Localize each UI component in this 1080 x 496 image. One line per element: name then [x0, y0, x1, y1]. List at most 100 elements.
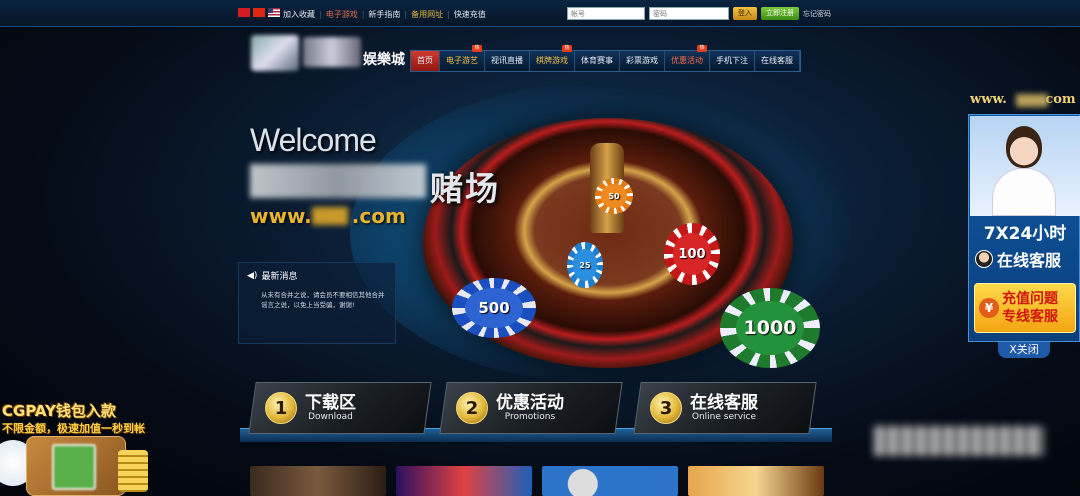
- nav-item-label: 棋牌游戏: [536, 56, 568, 65]
- backup-url-link[interactable]: 备用网址: [411, 9, 443, 20]
- ad-url-blurred: [1016, 94, 1048, 107]
- nav-item-label: 优惠活动: [671, 56, 703, 65]
- divider: |: [361, 10, 365, 19]
- online-service-button[interactable]: 3 在线客服 Online service: [633, 382, 817, 434]
- news-title: 最新消息: [261, 272, 298, 282]
- language-flags: [238, 8, 280, 17]
- china-flag-icon[interactable]: [253, 8, 265, 17]
- nav-item-label: 首页: [417, 56, 433, 65]
- agent-body: [992, 168, 1056, 216]
- feature-subtitle: Promotions: [504, 411, 556, 422]
- hot-badge-icon: 热: [562, 45, 572, 52]
- wallet-ad-subtitle: 不限金额，极速加值一秒到帐: [2, 422, 145, 435]
- quick-recharge-link[interactable]: 快速充值: [454, 9, 486, 20]
- hero-title-blurred: [250, 164, 426, 198]
- ad-hours: 7X24小时: [983, 224, 1067, 244]
- speaker-icon: ◀): [247, 270, 258, 281]
- slots-thumbnail[interactable]: [396, 466, 532, 496]
- ad-panel[interactable]: 7X24小时 在线客服 ¥ 充值问题 专线客服: [968, 114, 1080, 342]
- live-casino-thumbnail[interactable]: [250, 466, 386, 496]
- feature-bar: 1 下载区 Download 2 优惠活动 Promotions 3 在线客服 …: [240, 378, 832, 444]
- promotions-button[interactable]: 2 优惠活动 Promotions: [439, 382, 623, 434]
- blurred-text-watermark: [874, 426, 1044, 456]
- recharge-text: 充值问题 专线客服: [1002, 291, 1058, 325]
- register-button[interactable]: 立即注册: [761, 7, 799, 20]
- nav-item-label: 在线客服: [761, 56, 793, 65]
- hero-url-blurred: [312, 207, 348, 225]
- top-links: 加入收藏 | 电子游戏 | 新手指南 | 备用网址 | 快速充值: [283, 9, 486, 20]
- feature-text: 在线客服 Online service: [690, 392, 759, 423]
- number-badge: 2: [456, 392, 488, 424]
- news-panel: ◀) 最新消息 从未有合并之说，请会员不要相信其他合并谣言之说，以免上当受骗，谢…: [238, 262, 396, 344]
- nav-item-label: 电子游艺: [446, 56, 478, 65]
- lottery-thumbnail[interactable]: [542, 466, 678, 496]
- main-nav: 首页 电子游艺 热视讯直播 棋牌游戏 热体育赛事 彩票游戏 优惠活动 热手机下注 在线客服: [410, 45, 801, 72]
- customer-service-float: www. .com 7X24小时 在线客服 ¥ 充值问题 专线客服 X关闭: [968, 88, 1080, 358]
- divider: |: [447, 10, 450, 19]
- nav-item[interactable]: 棋牌游戏 热: [530, 45, 575, 71]
- forgot-password-link[interactable]: 忘记密码: [803, 9, 831, 19]
- agent-head: [1006, 126, 1042, 168]
- online-service-link[interactable]: 在线客服: [975, 247, 1061, 271]
- nav-item[interactable]: 体育赛事: [575, 51, 620, 71]
- number-badge: 1: [265, 392, 297, 424]
- agent-photo: [970, 116, 1080, 216]
- feature-title: 在线客服: [690, 392, 759, 413]
- feature-subtitle: Online service: [691, 411, 757, 422]
- feature-title: 优惠活动: [496, 392, 565, 413]
- hot-badge-icon: 热: [697, 45, 707, 52]
- agent-avatar-icon: [975, 250, 993, 268]
- nav-item[interactable]: 彩票游戏: [620, 51, 665, 71]
- password-input[interactable]: [649, 7, 729, 20]
- chip-25: 25: [567, 242, 603, 288]
- nav-item-label: 彩票游戏: [626, 56, 658, 65]
- sports-thumbnail[interactable]: [688, 466, 824, 496]
- recharge-hotline-button[interactable]: ¥ 充值问题 专线客服: [974, 283, 1076, 333]
- feature-text: 优惠活动 Promotions: [496, 392, 565, 423]
- login-form: 登入 立即注册 忘记密码: [567, 7, 831, 20]
- chip-1000: 1000: [720, 288, 820, 368]
- login-button[interactable]: 登入: [733, 7, 757, 20]
- wallet-ad-title: CGPAY钱包入款: [2, 402, 116, 420]
- wallet-qr-blurred: [52, 444, 96, 490]
- hot-badge-icon: 热: [472, 45, 482, 52]
- feature-title: 下载区: [305, 392, 357, 413]
- chip-500: 500: [452, 278, 536, 338]
- hero-welcome: Welcome: [250, 122, 377, 158]
- news-body[interactable]: 从未有合并之说，请会员不要相信其他合并谣言之说，以免上当受骗，谢谢!: [247, 290, 387, 310]
- yen-icon: ¥: [979, 298, 999, 318]
- coins-icon: [118, 450, 148, 492]
- nav-item[interactable]: 视讯直播: [485, 51, 530, 71]
- electronic-games-link[interactable]: 电子游戏: [326, 9, 358, 20]
- nav-item[interactable]: 电子游艺 热: [440, 45, 485, 71]
- logo-name-blurred: [303, 37, 361, 67]
- news-header: ◀) 最新消息: [247, 269, 387, 283]
- nav-item[interactable]: 在线客服: [755, 51, 800, 71]
- nav-item[interactable]: 首页: [411, 51, 440, 71]
- top-bar: 加入收藏 | 电子游戏 | 新手指南 | 备用网址 | 快速充值 登入 立即注册…: [0, 0, 1080, 27]
- hong-kong-flag-icon[interactable]: [238, 8, 250, 17]
- logo-text: 娱樂城: [363, 52, 405, 68]
- hero-title: 赌场: [430, 169, 500, 208]
- cgpay-wallet-ad[interactable]: CGPAY钱包入款 不限金额，极速加值一秒到帐: [0, 396, 150, 496]
- number-badge: 3: [650, 392, 682, 424]
- feature-text: 下载区 Download: [305, 392, 357, 423]
- site-logo[interactable]: 娱樂城: [245, 33, 410, 75]
- beginner-guide-link[interactable]: 新手指南: [368, 9, 400, 20]
- nav-item-label: 手机下注: [716, 56, 748, 65]
- add-favorite-link[interactable]: 加入收藏: [283, 9, 315, 20]
- divider: |: [319, 10, 322, 19]
- us-flag-icon[interactable]: [268, 8, 280, 17]
- download-button[interactable]: 1 下载区 Download: [248, 382, 432, 434]
- chip-100: 100: [664, 223, 720, 285]
- username-input[interactable]: [567, 7, 645, 20]
- nav-item[interactable]: 优惠活动 热: [665, 45, 710, 71]
- game-thumbnails: [250, 466, 824, 496]
- nav-item[interactable]: 手机下注: [710, 51, 755, 71]
- logo-mark-blurred: [251, 35, 299, 71]
- nav-item-label: 视讯直播: [491, 56, 523, 65]
- divider: |: [404, 10, 408, 19]
- chip-50: 50: [595, 178, 633, 214]
- close-ad-button[interactable]: X关闭: [998, 342, 1050, 358]
- nav-item-label: 体育赛事: [581, 56, 613, 65]
